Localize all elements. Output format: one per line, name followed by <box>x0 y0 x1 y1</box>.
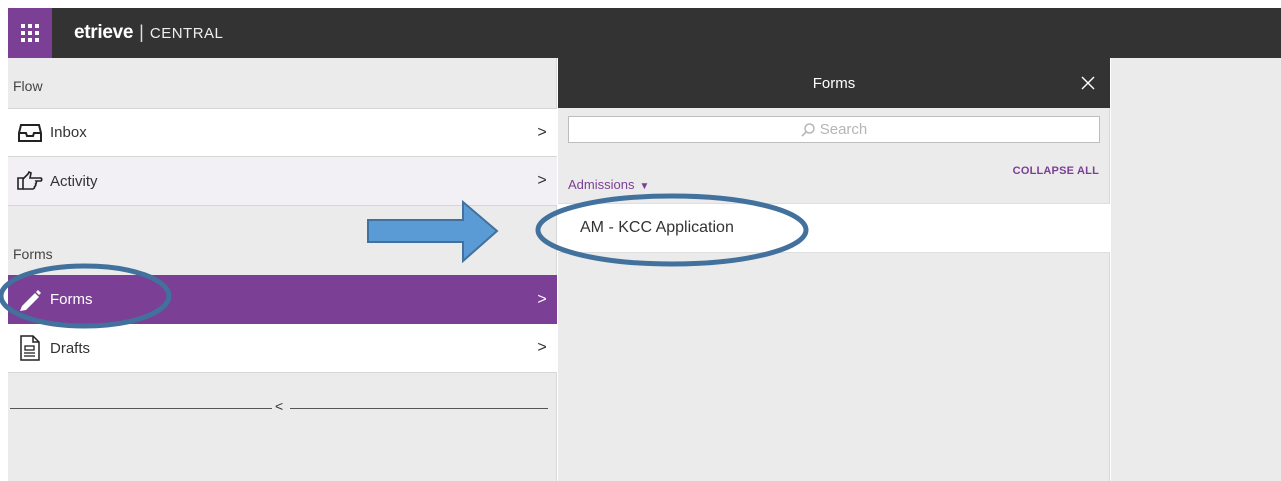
app-launcher-button[interactable] <box>8 8 52 58</box>
collapse-all-link[interactable]: COLLAPSE ALL <box>1013 165 1099 177</box>
sidebar-item-forms[interactable]: Forms > <box>8 275 557 324</box>
forms-panel-header: Forms <box>558 58 1110 108</box>
sidebar-item-label: Drafts <box>50 339 91 357</box>
section-label-flow: Flow <box>13 78 43 94</box>
brand-separator: | <box>139 22 144 42</box>
sidebar-item-drafts[interactable]: Drafts > <box>8 324 557 373</box>
sidebar-item-activity[interactable]: Activity > <box>8 157 557 206</box>
group-label: Admissions <box>568 177 635 192</box>
empty-content-area <box>1111 58 1281 481</box>
brand-logo: etrieve <box>74 22 134 43</box>
panel-title: Forms <box>812 74 856 92</box>
sidebar-item-label: Activity <box>50 172 98 190</box>
search-placeholder: Search <box>819 121 868 138</box>
pointing-hand-icon <box>10 157 50 206</box>
brand-product: CENTRAL <box>149 25 224 42</box>
sidebar: Flow Inbox > Activity > Forms Forms > Dr… <box>8 58 557 481</box>
chevron-right-icon: > <box>537 172 547 189</box>
top-bar: etrieve | CENTRAL <box>8 8 1281 58</box>
caret-down-icon: ▼ <box>639 181 650 192</box>
chevron-left-icon: < <box>275 398 284 414</box>
search-input[interactable]: Search <box>568 116 1100 143</box>
form-item-label: AM - KCC Application <box>580 219 734 236</box>
sidebar-item-inbox[interactable]: Inbox > <box>8 108 557 157</box>
forms-panel: Forms Search COLLAPSE ALL Admissions ▼ AM… <box>558 58 1110 481</box>
sidebar-item-label: Inbox <box>50 124 87 141</box>
section-label-forms: Forms <box>13 246 53 262</box>
divider <box>290 408 548 409</box>
sidebar-collapse-toggle[interactable]: < <box>8 398 557 415</box>
search-icon <box>801 122 815 137</box>
brand[interactable]: etrieve | CENTRAL <box>74 22 223 44</box>
close-icon <box>1081 76 1095 90</box>
chevron-right-icon: > <box>537 339 547 356</box>
document-icon <box>10 324 50 373</box>
group-toggle-admissions[interactable]: Admissions ▼ <box>568 177 649 192</box>
inbox-icon <box>10 108 50 157</box>
chevron-right-icon: > <box>537 290 547 308</box>
divider <box>10 408 272 409</box>
app-grid-icon <box>21 24 39 42</box>
close-button[interactable] <box>1076 71 1100 95</box>
form-item-am-kcc-application[interactable]: AM - KCC Application <box>558 203 1110 253</box>
chevron-right-icon: > <box>537 123 547 141</box>
pencil-icon <box>10 275 50 324</box>
sidebar-item-label: Forms <box>50 291 93 308</box>
